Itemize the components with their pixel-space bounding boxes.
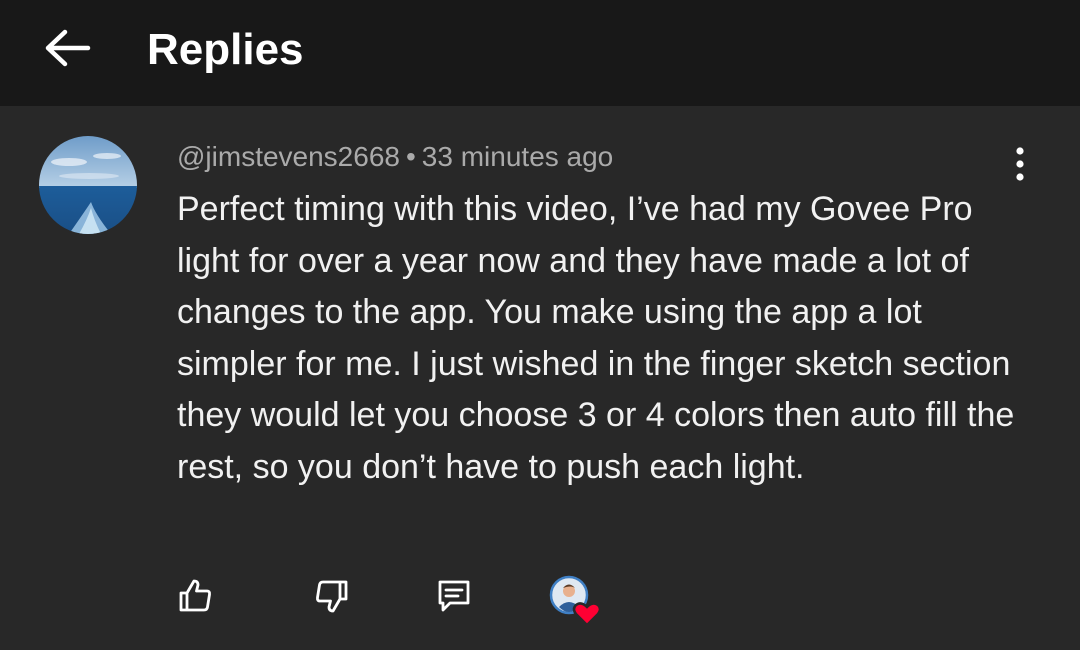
comment-meta: @jimstevens2668 • 33 minutes ago [177,140,613,174]
creator-heart-button[interactable] [549,575,607,629]
creator-heart-icon [549,575,607,633]
top-app-bar: Replies [0,0,1080,106]
meta-separator: • [405,141,416,172]
page-title: Replies [147,25,304,74]
reply-comment-icon [434,576,474,621]
comment-text: Perfect timing with this video, I’ve had… [177,190,1015,486]
more-vertical-icon [1014,146,1026,187]
avatar[interactable] [39,136,137,234]
comment-timestamp: 33 minutes ago [421,141,614,172]
like-button[interactable] [173,576,217,620]
reply-button[interactable] [432,576,476,620]
arrow-left-icon [42,28,94,73]
comment-actions [0,570,1080,630]
thumbs-up-icon [175,576,215,621]
comment-author[interactable]: @jimstevens2668 [177,141,400,172]
dislike-button[interactable] [310,576,354,620]
more-options-button[interactable] [996,142,1044,190]
comment-thread-item: @jimstevens2668 • 33 minutes ago Perfect t… [0,106,1080,650]
back-button[interactable] [36,18,100,82]
thumbs-down-icon [312,576,352,621]
